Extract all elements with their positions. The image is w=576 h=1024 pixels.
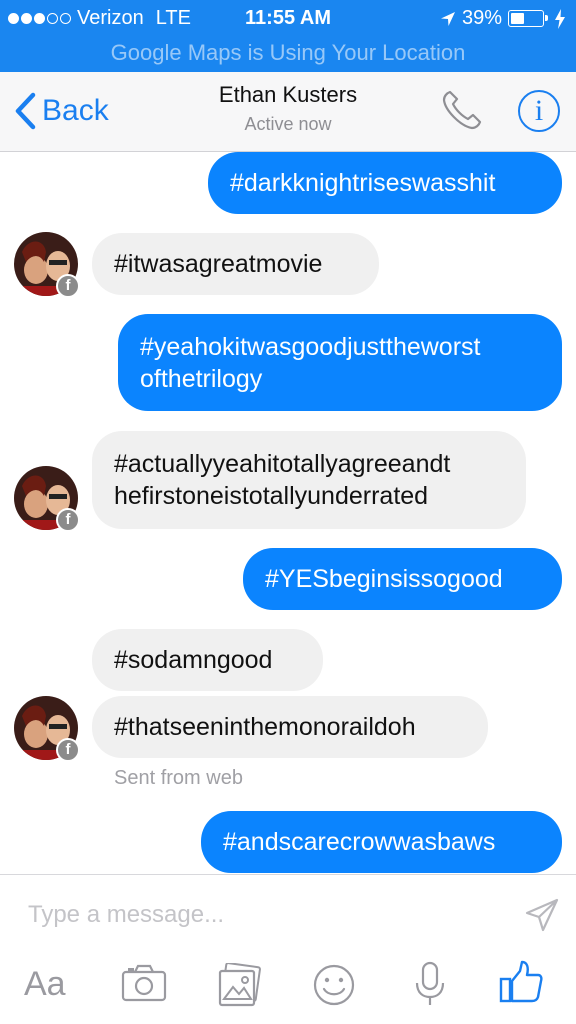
message-text: #actuallyyeahitotallyagreeandt hefirston… <box>114 448 450 512</box>
microphone-icon <box>415 961 445 1005</box>
message-line: #actuallyyeahitotallyagreeandt <box>114 450 451 478</box>
message-bubble-incoming[interactable]: #actuallyyeahitotallyagreeandt hefirston… <box>92 431 526 529</box>
phone-icon <box>442 90 482 130</box>
message-bubble-incoming[interactable]: #thatseeninthemonoraildoh <box>92 696 488 758</box>
status-bar: Verizon LTE 11:55 AM 39% <box>0 0 576 36</box>
call-button[interactable] <box>440 88 484 137</box>
camera-button[interactable] <box>120 963 168 1008</box>
sent-from-label: Sent from web <box>114 767 243 789</box>
message-bubble-incoming[interactable]: #itwasagreatmovie <box>92 233 379 295</box>
message-text: #yeahokitwasgoodjusttheworst ofthetrilog… <box>140 331 480 395</box>
message-bubble-outgoing[interactable]: #andscarecrowwasbaws <box>201 811 562 873</box>
active-status: Active now <box>244 114 332 134</box>
like-button[interactable] <box>498 959 544 1010</box>
camera-icon <box>121 964 167 1002</box>
smiley-icon <box>313 964 355 1006</box>
facebook-badge-icon: f <box>56 508 80 532</box>
contact-avatar[interactable]: f <box>14 232 80 298</box>
facebook-badge-icon: f <box>56 274 80 298</box>
status-right: 39% <box>440 7 566 30</box>
battery-percent: 39% <box>461 7 502 29</box>
battery-icon <box>508 10 548 27</box>
message-input[interactable] <box>28 897 508 933</box>
info-button[interactable]: i <box>518 90 560 132</box>
send-icon <box>525 898 559 932</box>
location-arrow-icon <box>440 11 455 26</box>
info-icon: i <box>534 94 544 127</box>
sticker-button[interactable] <box>312 963 356 1012</box>
message-text: #thatseeninthemonoraildoh <box>114 713 416 741</box>
message-bubble-outgoing[interactable]: #YESbeginsissogood <box>243 548 562 610</box>
message-bubble-outgoing[interactable]: #darkknightriseswasshit <box>208 152 562 214</box>
message-bubble-outgoing[interactable]: #yeahokitwasgoodjusttheworst ofthetrilog… <box>118 314 562 411</box>
message-composer: Aa <box>0 874 576 1024</box>
messenger-screen: Verizon LTE 11:55 AM 39% Google Maps is … <box>0 0 576 1024</box>
thumbs-up-icon <box>499 960 543 1003</box>
message-text: #andscarecrowwasbaws <box>223 828 496 856</box>
contact-avatar[interactable]: f <box>14 696 80 762</box>
message-text: #sodamngood <box>114 646 273 674</box>
contact-name[interactable]: Ethan Kusters <box>0 82 576 108</box>
message-line: hefirstoneistotallyunderrated <box>114 482 429 510</box>
message-line: #yeahokitwasgoodjusttheworst <box>140 332 481 361</box>
text-format-button[interactable]: Aa <box>24 965 66 1004</box>
message-line: ofthetrilogy <box>140 364 263 393</box>
gallery-button[interactable] <box>216 962 262 1012</box>
message-bubble-incoming[interactable]: #sodamngood <box>92 629 323 691</box>
message-text: #YESbeginsissogood <box>265 565 503 593</box>
message-text: #darkknightriseswasshit <box>230 169 496 197</box>
location-in-use-banner[interactable]: Google Maps is Using Your Location <box>0 36 576 72</box>
charging-icon <box>555 8 565 29</box>
conversation-header: Back Ethan Kusters Active now i <box>0 72 576 152</box>
facebook-badge-icon: f <box>56 738 80 762</box>
voice-button[interactable] <box>414 961 446 1012</box>
send-button[interactable] <box>524 897 560 938</box>
message-text: #itwasagreatmovie <box>114 250 323 278</box>
gallery-icon <box>218 962 261 1007</box>
contact-avatar[interactable]: f <box>14 466 80 532</box>
